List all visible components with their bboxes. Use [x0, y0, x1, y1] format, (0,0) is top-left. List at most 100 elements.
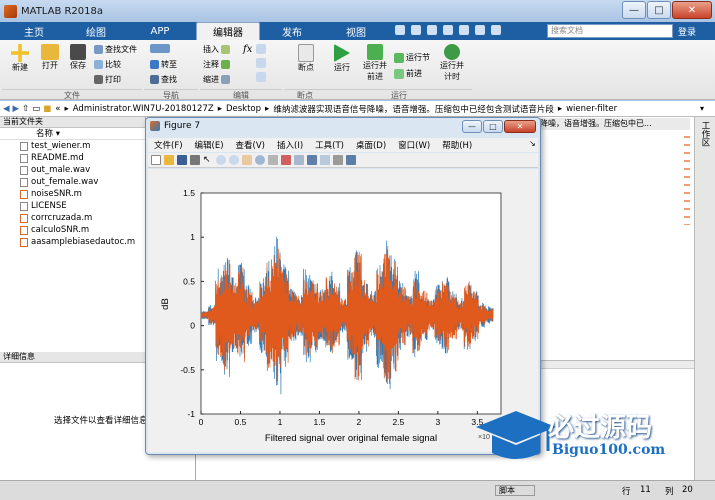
file-item[interactable]: corrcruzada.m: [0, 212, 145, 224]
browse-folder-icon[interactable]: ▭: [32, 104, 40, 114]
tab-view[interactable]: 视图: [326, 22, 386, 40]
name-column-header[interactable]: 名称 ▾: [0, 128, 145, 140]
zoom-out-icon[interactable]: [229, 155, 239, 165]
file-item[interactable]: out_male.wav: [0, 164, 145, 176]
run-section-icon: [394, 52, 404, 63]
fx-button[interactable]: fx: [243, 44, 252, 55]
figure-close-button[interactable]: ✕: [504, 120, 536, 133]
minimize-button[interactable]: —: [622, 1, 646, 19]
indent-button[interactable]: 缩进: [203, 74, 230, 85]
path-sep: ▸: [217, 103, 222, 114]
name-column-label: 名称: [36, 129, 54, 139]
rotate-3d-icon[interactable]: [255, 155, 265, 165]
help-icon[interactable]: [491, 25, 501, 35]
login-link[interactable]: 登录: [678, 25, 696, 38]
workspace-collapsed-pane[interactable]: 工作区: [694, 117, 715, 480]
forward-icon[interactable]: ▶: [13, 104, 20, 114]
path-segment-user[interactable]: Administrator.WIN7U-20180127Z: [73, 104, 214, 114]
menu-window[interactable]: 窗口(W): [392, 139, 436, 151]
data-cursor-icon[interactable]: [268, 155, 278, 165]
tab-home[interactable]: 主页: [4, 22, 64, 40]
edit-icon-1[interactable]: [256, 44, 266, 54]
path-segment-project[interactable]: 维纳滤波器实现语音信号降噪，语音增强。压缩包中已经包含测试语音片段: [273, 103, 554, 115]
run-advance-button[interactable]: 运行并 前进: [360, 44, 390, 82]
figure-minimize-button[interactable]: —: [462, 120, 482, 133]
file-item[interactable]: LICENSE: [0, 200, 145, 212]
menu-help[interactable]: 帮助(H): [436, 139, 478, 151]
tab-editor[interactable]: 编辑器: [196, 22, 260, 40]
edit-icon-3[interactable]: [256, 72, 266, 82]
insert-button[interactable]: 插入: [203, 44, 230, 55]
compare-button[interactable]: 比较: [94, 59, 121, 70]
file-item[interactable]: out_female.wav: [0, 176, 145, 188]
back-icon[interactable]: ◀: [3, 104, 10, 114]
file-item[interactable]: test_wiener.m: [0, 140, 145, 152]
save-button[interactable]: 保存: [66, 44, 90, 71]
run-section-button[interactable]: 运行节: [394, 52, 430, 63]
compare-icon: [94, 60, 103, 69]
show-plot-tools-icon[interactable]: [346, 155, 356, 165]
x-tick-label: 1.5: [314, 417, 326, 427]
link-plot-icon[interactable]: [294, 155, 304, 165]
path-sep: ▸: [557, 103, 563, 114]
new-button[interactable]: 新建: [8, 44, 32, 73]
up-folder-icon[interactable]: ⇧: [22, 104, 29, 114]
path-segment-wiener[interactable]: wiener-filter: [566, 104, 617, 114]
brush-icon[interactable]: [281, 155, 291, 165]
tab-plots[interactable]: 绘图: [66, 22, 126, 40]
menu-view[interactable]: 查看(V): [230, 139, 271, 151]
menu-insert[interactable]: 插入(I): [271, 139, 309, 151]
find-files-button[interactable]: 查找文件: [94, 44, 137, 55]
file-item[interactable]: aasamplebiasedautoc.m: [0, 236, 145, 248]
code-analyzer-bar[interactable]: [684, 130, 690, 225]
path-overflow[interactable]: «: [55, 104, 60, 114]
run-and-time-button[interactable]: 运行并 计时: [437, 44, 467, 82]
editor-tab-overflow[interactable]: 降噪，语音增强。压缩包中已...: [540, 118, 690, 130]
file-item[interactable]: calculoSNR.m: [0, 224, 145, 236]
path-dropdown-icon[interactable]: ▾: [700, 104, 704, 113]
menu-desktop[interactable]: 桌面(D): [350, 139, 392, 151]
print-button[interactable]: 打印: [94, 74, 121, 85]
cut-icon[interactable]: [411, 25, 421, 35]
figure-maximize-button[interactable]: □: [483, 120, 503, 133]
path-segment-desktop[interactable]: Desktop: [226, 104, 261, 114]
run-label: 运行: [334, 63, 350, 72]
print-figure-icon[interactable]: [190, 155, 200, 165]
save-icon[interactable]: [395, 25, 405, 35]
tab-apps[interactable]: APP: [128, 22, 192, 40]
menu-file[interactable]: 文件(F): [148, 139, 189, 151]
breakpoints-button[interactable]: 断点: [291, 44, 321, 73]
comment-button[interactable]: 注释: [203, 59, 230, 70]
open-file-icon[interactable]: [164, 155, 174, 165]
file-name: noiseSNR.m: [31, 189, 82, 199]
new-figure-icon[interactable]: [151, 155, 161, 165]
file-item[interactable]: README.md: [0, 152, 145, 164]
find-button[interactable]: 查找: [150, 74, 177, 85]
hide-plot-tools-icon[interactable]: [333, 155, 343, 165]
colorbar-icon[interactable]: [307, 155, 317, 165]
file-item[interactable]: noiseSNR.m: [0, 188, 145, 200]
tab-publish[interactable]: 发布: [262, 22, 322, 40]
save-figure-icon[interactable]: [177, 155, 187, 165]
pan-hand-icon[interactable]: [242, 155, 252, 165]
maximize-button[interactable]: □: [647, 1, 671, 19]
search-docs-input[interactable]: 搜索文档: [547, 24, 673, 38]
close-button[interactable]: ✕: [672, 1, 712, 19]
goto-button[interactable]: 转至: [150, 59, 177, 70]
back-arrow-button[interactable]: [150, 44, 170, 53]
redo-icon[interactable]: [475, 25, 485, 35]
path-sep: ▸: [265, 103, 270, 114]
zoom-in-icon[interactable]: [216, 155, 226, 165]
menubar-dock-icon[interactable]: ↘: [529, 139, 536, 148]
advance-button[interactable]: 前进: [394, 68, 422, 79]
paste-icon[interactable]: [443, 25, 453, 35]
legend-icon[interactable]: [320, 155, 330, 165]
edit-icon-2[interactable]: [256, 58, 266, 68]
run-button[interactable]: 运行: [329, 44, 355, 73]
menu-edit[interactable]: 编辑(E): [189, 139, 230, 151]
copy-icon[interactable]: [427, 25, 437, 35]
open-button[interactable]: 打开: [38, 44, 62, 71]
menu-tools[interactable]: 工具(T): [309, 139, 350, 151]
pointer-icon[interactable]: ↖: [203, 155, 213, 165]
undo-icon[interactable]: [459, 25, 469, 35]
